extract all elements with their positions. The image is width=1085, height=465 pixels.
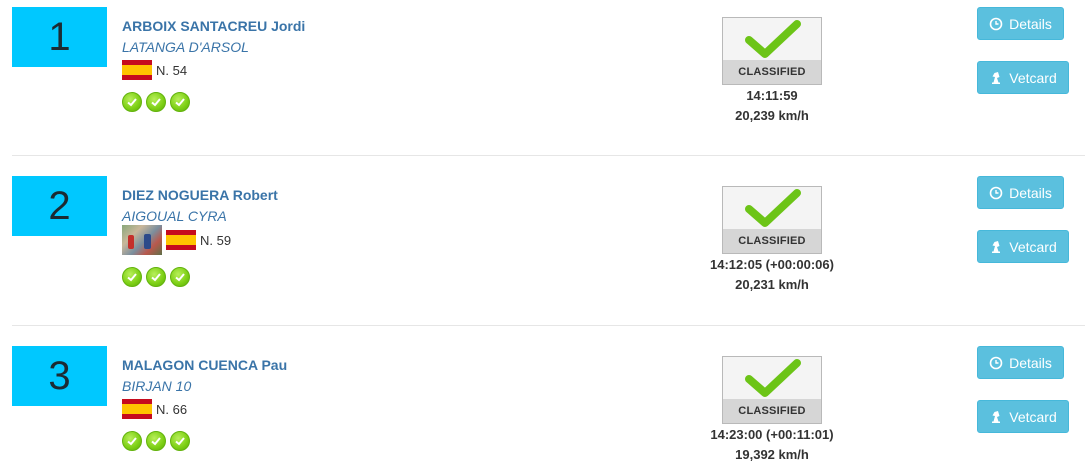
vetcard-button[interactable]: Vetcard [977, 230, 1069, 263]
classified-badge: CLASSIFIED [722, 186, 822, 254]
details-label: Details [1009, 354, 1052, 371]
status-label: CLASSIFIED [723, 60, 821, 84]
horse-photo-thumbnail[interactable] [122, 225, 162, 255]
average-speed: 20,239 km/h [735, 108, 809, 123]
check-circle-icon [146, 431, 166, 451]
horse-name-link[interactable]: LATANGA D'ARSOL [122, 39, 249, 55]
rider-info-line: N. 54 [122, 59, 187, 81]
average-speed: 20,231 km/h [735, 277, 809, 292]
finish-time: 14:12:05 (+00:00:06) [710, 257, 834, 272]
rank-badge: 2 [12, 176, 107, 236]
rank-badge: 1 [12, 7, 107, 67]
rider-info-line: N. 59 [122, 225, 231, 255]
average-speed: 19,392 km/h [735, 447, 809, 462]
classified-badge: CLASSIFIED [722, 17, 822, 85]
chess-knight-icon [992, 240, 1001, 253]
spain-flag-icon [166, 230, 196, 250]
check-circle-icon [170, 92, 190, 112]
status-label: CLASSIFIED [723, 399, 821, 423]
check-circle-icon [170, 431, 190, 451]
horse-name-link[interactable]: BIRJAN 10 [122, 378, 191, 394]
vetcard-label: Vetcard [1009, 408, 1057, 425]
details-button[interactable]: Details [977, 7, 1064, 40]
check-circle-icon [146, 267, 166, 287]
check-circle-icon [122, 267, 142, 287]
details-label: Details [1009, 184, 1052, 201]
clock-icon [989, 186, 1003, 199]
spain-flag-icon [122, 60, 152, 80]
clock-icon [989, 356, 1003, 369]
spain-flag-icon [122, 399, 152, 419]
result-row: 3 MALAGON CUENCA Pau BIRJAN 10 N. 66 CLA… [0, 339, 1085, 465]
bib-number: N. 59 [200, 232, 232, 248]
vet-checks [122, 267, 194, 287]
vetcard-label: Vetcard [1009, 238, 1057, 255]
result-row: 2 DIEZ NOGUERA Robert AIGOUAL CYRA N. 59… [0, 169, 1085, 339]
chess-knight-icon [992, 410, 1001, 423]
clock-icon [989, 17, 1003, 30]
row-divider [12, 155, 1085, 156]
chess-knight-icon [992, 71, 1001, 84]
checkmark-icon [745, 359, 801, 397]
vet-checks [122, 431, 194, 451]
rider-name-link[interactable]: MALAGON CUENCA Pau [122, 357, 287, 373]
result-row: 1 ARBOIX SANTACREU Jordi LATANGA D'ARSOL… [0, 0, 1085, 170]
rank-badge: 3 [12, 346, 107, 406]
classified-badge: CLASSIFIED [722, 356, 822, 424]
vetcard-label: Vetcard [1009, 69, 1057, 86]
horse-name-link[interactable]: AIGOUAL CYRA [122, 208, 227, 224]
finish-time: 14:11:59 [746, 88, 798, 103]
checkmark-icon [745, 189, 801, 227]
bib-number: N. 66 [156, 401, 188, 417]
details-button[interactable]: Details [977, 346, 1064, 379]
vet-checks [122, 92, 194, 112]
check-circle-icon [122, 92, 142, 112]
check-circle-icon [170, 267, 190, 287]
details-button[interactable]: Details [977, 176, 1064, 209]
bib-number: N. 54 [156, 62, 188, 78]
checkmark-icon [745, 20, 801, 58]
rider-name-link[interactable]: ARBOIX SANTACREU Jordi [122, 18, 305, 34]
check-circle-icon [122, 431, 142, 451]
vetcard-button[interactable]: Vetcard [977, 61, 1069, 94]
vetcard-button[interactable]: Vetcard [977, 400, 1069, 433]
finish-time: 14:23:00 (+00:11:01) [710, 427, 834, 442]
row-divider [12, 325, 1085, 326]
details-label: Details [1009, 15, 1052, 32]
rider-info-line: N. 66 [122, 398, 187, 420]
rider-name-link[interactable]: DIEZ NOGUERA Robert [122, 187, 278, 203]
check-circle-icon [146, 92, 166, 112]
status-label: CLASSIFIED [723, 229, 821, 253]
